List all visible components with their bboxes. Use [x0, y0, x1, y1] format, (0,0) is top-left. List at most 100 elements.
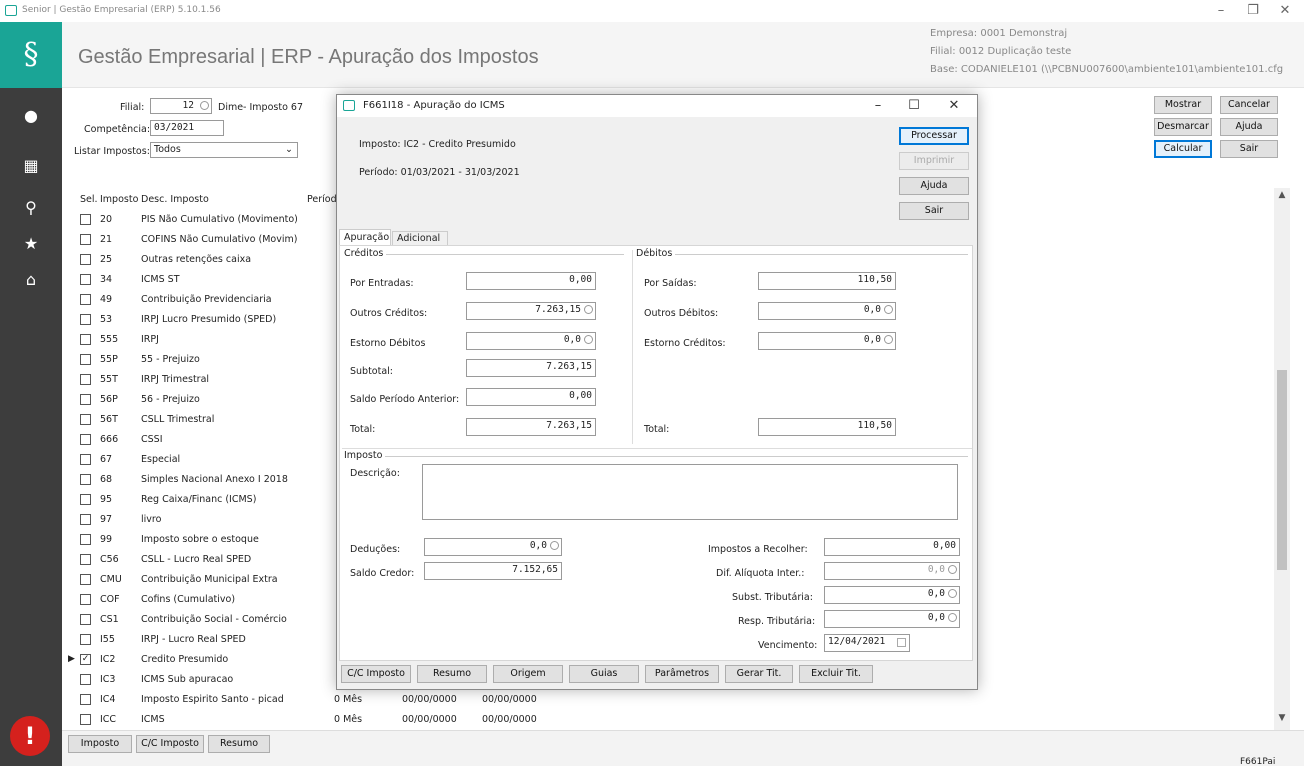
- outros-creditos-field[interactable]: 7.263,15: [466, 302, 596, 320]
- row-checkbox[interactable]: [80, 534, 91, 545]
- descricao-textarea[interactable]: [422, 464, 958, 520]
- dialog-bottom-button[interactable]: Origem: [493, 665, 563, 683]
- lookup-icon[interactable]: [948, 565, 957, 574]
- deducoes-field[interactable]: 0,0: [424, 538, 562, 556]
- scroll-thumb[interactable]: [1277, 370, 1287, 570]
- row-checkbox[interactable]: [80, 334, 91, 345]
- lookup-icon[interactable]: [584, 305, 593, 314]
- subst-field[interactable]: 0,0: [824, 586, 960, 604]
- dialog-bottom-button[interactable]: Parâmetros: [645, 665, 719, 683]
- restore-icon[interactable]: ❐: [1238, 3, 1268, 18]
- filial-description: Dime- Imposto 67: [218, 102, 303, 113]
- sair-button[interactable]: Sair: [1220, 140, 1278, 158]
- processar-button[interactable]: Processar: [899, 127, 969, 145]
- row-checkbox[interactable]: [80, 634, 91, 645]
- row-checkbox[interactable]: [80, 614, 91, 625]
- row-checkbox[interactable]: [80, 294, 91, 305]
- row-checkbox[interactable]: [80, 494, 91, 505]
- filial-input[interactable]: 12: [150, 98, 212, 114]
- estorno-debitos-field[interactable]: 0,0: [466, 332, 596, 350]
- calendar-icon[interactable]: [897, 638, 906, 647]
- vencimento-field[interactable]: 12/04/2021: [824, 634, 910, 652]
- mostrar-button[interactable]: Mostrar: [1154, 96, 1212, 114]
- row-checkbox[interactable]: [80, 694, 91, 705]
- imprimir-button[interactable]: Imprimir: [899, 152, 969, 170]
- lookup-icon[interactable]: [948, 613, 957, 622]
- user-icon[interactable]: ●: [0, 106, 62, 125]
- row-checkbox[interactable]: [80, 414, 91, 425]
- table-row[interactable]: IC4 Imposto Espirito Santo - picad 0 Mês 00…: [64, 690, 664, 710]
- dialog-bottom-button[interactable]: C/C Imposto: [341, 665, 411, 683]
- imposto-code: 34: [100, 274, 113, 285]
- desmarcar-button[interactable]: Desmarcar: [1154, 118, 1212, 136]
- dif-aliquota-field[interactable]: 0,0: [824, 562, 960, 580]
- tab-adicional[interactable]: Adicional: [392, 231, 448, 245]
- row-checkbox[interactable]: [80, 234, 91, 245]
- listar-impostos-label: Listar Impostos:: [74, 146, 150, 157]
- calcular-button[interactable]: Calcular: [1154, 140, 1212, 158]
- row-checkbox[interactable]: [80, 474, 91, 485]
- lookup-icon[interactable]: [948, 589, 957, 598]
- row-checkbox[interactable]: [80, 394, 91, 405]
- row-checkbox[interactable]: [80, 374, 91, 385]
- row-checkbox[interactable]: [80, 554, 91, 565]
- resp-field[interactable]: 0,0: [824, 610, 960, 628]
- row-checkbox[interactable]: [80, 714, 91, 725]
- row-checkbox[interactable]: [80, 454, 91, 465]
- row-checkbox[interactable]: [80, 434, 91, 445]
- row-checkbox[interactable]: ✓: [80, 654, 91, 665]
- row-checkbox[interactable]: [80, 314, 91, 325]
- competencia-input[interactable]: 03/2021: [150, 120, 224, 136]
- dialog-maximize-icon[interactable]: ☐: [901, 98, 927, 113]
- cc-imposto-button[interactable]: C/C Imposto: [136, 735, 204, 753]
- por-entradas-field[interactable]: 0,00: [466, 272, 596, 290]
- imposto-button[interactable]: Imposto: [68, 735, 132, 753]
- scroll-down-icon[interactable]: ▼: [1274, 713, 1290, 723]
- minimize-icon[interactable]: –: [1206, 3, 1236, 18]
- row-checkbox[interactable]: [80, 254, 91, 265]
- lookup-icon[interactable]: [584, 335, 593, 344]
- briefcase-icon[interactable]: ⌂: [0, 270, 62, 289]
- descricao-label: Descrição:: [350, 468, 400, 479]
- imposto-desc: IRPJ Trimestral: [141, 374, 210, 385]
- dialog-bottom-button[interactable]: Resumo: [417, 665, 487, 683]
- row-checkbox[interactable]: [80, 214, 91, 225]
- close-icon[interactable]: ✕: [1270, 3, 1300, 18]
- cancelar-button[interactable]: Cancelar: [1220, 96, 1278, 114]
- table-row[interactable]: ICC ICMS 0 Mês 00/00/0000 00/00/0000: [64, 710, 664, 730]
- ajuda-button[interactable]: Ajuda: [1220, 118, 1278, 136]
- dialog-minimize-icon[interactable]: –: [865, 98, 891, 113]
- apps-grid-icon[interactable]: ▦: [0, 156, 62, 175]
- alert-icon[interactable]: !: [10, 716, 50, 756]
- lookup-icon[interactable]: [550, 541, 559, 550]
- dialog-bottom-button[interactable]: Gerar Tit.: [725, 665, 793, 683]
- saldo-credor-field: 7.152,65: [424, 562, 562, 580]
- dialog-ajuda-button[interactable]: Ajuda: [899, 177, 969, 195]
- imposto-data-fim: 00/00/0000: [482, 714, 537, 725]
- lookup-icon[interactable]: [884, 335, 893, 344]
- outros-debitos-field[interactable]: 0,0: [758, 302, 896, 320]
- tab-apuracao[interactable]: Apuração: [339, 229, 391, 245]
- saldo-anterior-field[interactable]: 0,00: [466, 388, 596, 406]
- resumo-button[interactable]: Resumo: [208, 735, 270, 753]
- row-checkbox[interactable]: [80, 274, 91, 285]
- estorno-creditos-field[interactable]: 0,0: [758, 332, 896, 350]
- row-checkbox[interactable]: [80, 354, 91, 365]
- star-icon[interactable]: ★: [0, 234, 62, 253]
- imposto-desc: Reg Caixa/Financ (ICMS): [141, 494, 257, 505]
- search-icon[interactable]: ⚲: [0, 198, 62, 217]
- dialog-close-icon[interactable]: ✕: [941, 98, 967, 113]
- row-checkbox[interactable]: [80, 574, 91, 585]
- scroll-up-icon[interactable]: ▲: [1274, 190, 1290, 200]
- table-scrollbar[interactable]: ▲ ▼: [1274, 188, 1290, 730]
- listar-impostos-select[interactable]: Todos ⌄: [150, 142, 298, 158]
- dialog-sair-button[interactable]: Sair: [899, 202, 969, 220]
- row-checkbox[interactable]: [80, 674, 91, 685]
- dialog-bottom-button[interactable]: Excluir Tit.: [799, 665, 873, 683]
- dialog-bottom-button[interactable]: Guias: [569, 665, 639, 683]
- lookup-icon[interactable]: [884, 305, 893, 314]
- row-checkbox[interactable]: [80, 514, 91, 525]
- por-saidas-field[interactable]: 110,50: [758, 272, 896, 290]
- senior-logo[interactable]: §: [0, 22, 62, 88]
- row-checkbox[interactable]: [80, 594, 91, 605]
